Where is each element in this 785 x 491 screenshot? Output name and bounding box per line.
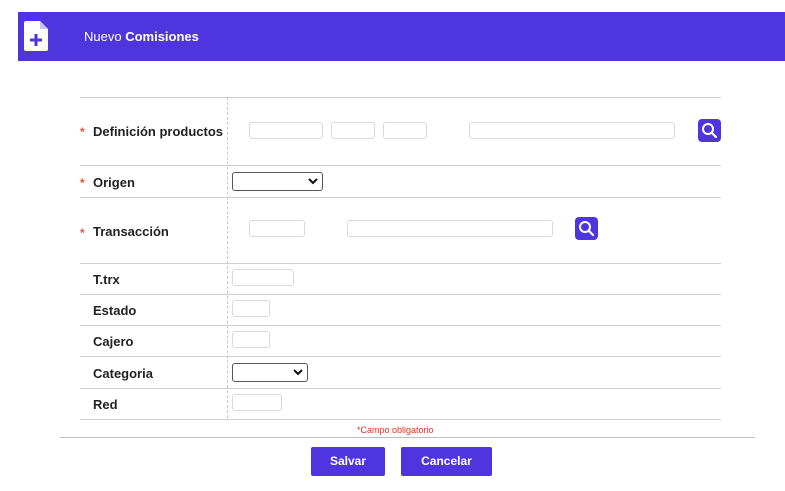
required-note-text: Campo obligatorio	[360, 425, 434, 435]
label-categoria: Categoria	[93, 366, 153, 381]
categoria-select[interactable]	[232, 363, 308, 382]
row-ttrx: T.trx	[80, 263, 721, 294]
producto-code-input-2[interactable]	[331, 122, 375, 139]
required-mark: *	[80, 226, 85, 240]
title-prefix: Nuevo	[84, 29, 122, 44]
label-red: Red	[93, 397, 118, 412]
search-icon	[579, 221, 595, 237]
row-origen: * Origen	[80, 165, 721, 197]
required-field-note: *Campo obligatorio	[357, 425, 434, 435]
required-mark: *	[80, 125, 85, 139]
row-estado: Estado	[80, 294, 721, 325]
label-definicion-productos: Definición productos	[93, 124, 223, 139]
save-button[interactable]: Salvar	[311, 447, 385, 476]
producto-code-input-1[interactable]	[249, 122, 323, 139]
row-definicion-productos: * Definición productos	[80, 97, 721, 165]
origen-select[interactable]	[232, 172, 323, 191]
search-transaccion-button[interactable]	[575, 217, 598, 240]
estado-input[interactable]	[232, 300, 270, 317]
chevron-down-icon	[308, 178, 318, 185]
row-red: Red	[80, 388, 721, 420]
red-input[interactable]	[232, 394, 282, 411]
page-title: Nuevo Comisiones	[84, 29, 199, 44]
label-cajero: Cajero	[93, 334, 134, 349]
commission-form: * Definición productos * Origen * Transa…	[80, 97, 721, 420]
cajero-input[interactable]	[232, 331, 270, 348]
page-header: Nuevo Comisiones	[18, 12, 785, 61]
search-icon	[702, 123, 718, 139]
row-categoria: Categoria	[80, 356, 721, 388]
row-cajero: Cajero	[80, 325, 721, 356]
label-estado: Estado	[93, 303, 137, 318]
producto-code-input-3[interactable]	[383, 122, 427, 139]
transaccion-code-input[interactable]	[249, 220, 305, 237]
chevron-down-icon	[293, 369, 303, 376]
required-mark: *	[80, 176, 85, 190]
ttrx-input[interactable]	[232, 269, 294, 286]
label-ttrx: T.trx	[93, 272, 120, 287]
search-producto-button[interactable]	[698, 119, 721, 142]
label-transaccion: Transacción	[93, 224, 169, 239]
footer-divider	[60, 437, 755, 438]
document-add-icon	[24, 21, 48, 51]
title-main: Comisiones	[125, 29, 199, 44]
transaccion-description-input[interactable]	[347, 220, 553, 237]
label-origen: Origen	[93, 175, 135, 190]
cancel-button[interactable]: Cancelar	[401, 447, 492, 476]
producto-description-input[interactable]	[469, 122, 675, 139]
row-transaccion: * Transacción	[80, 197, 721, 263]
